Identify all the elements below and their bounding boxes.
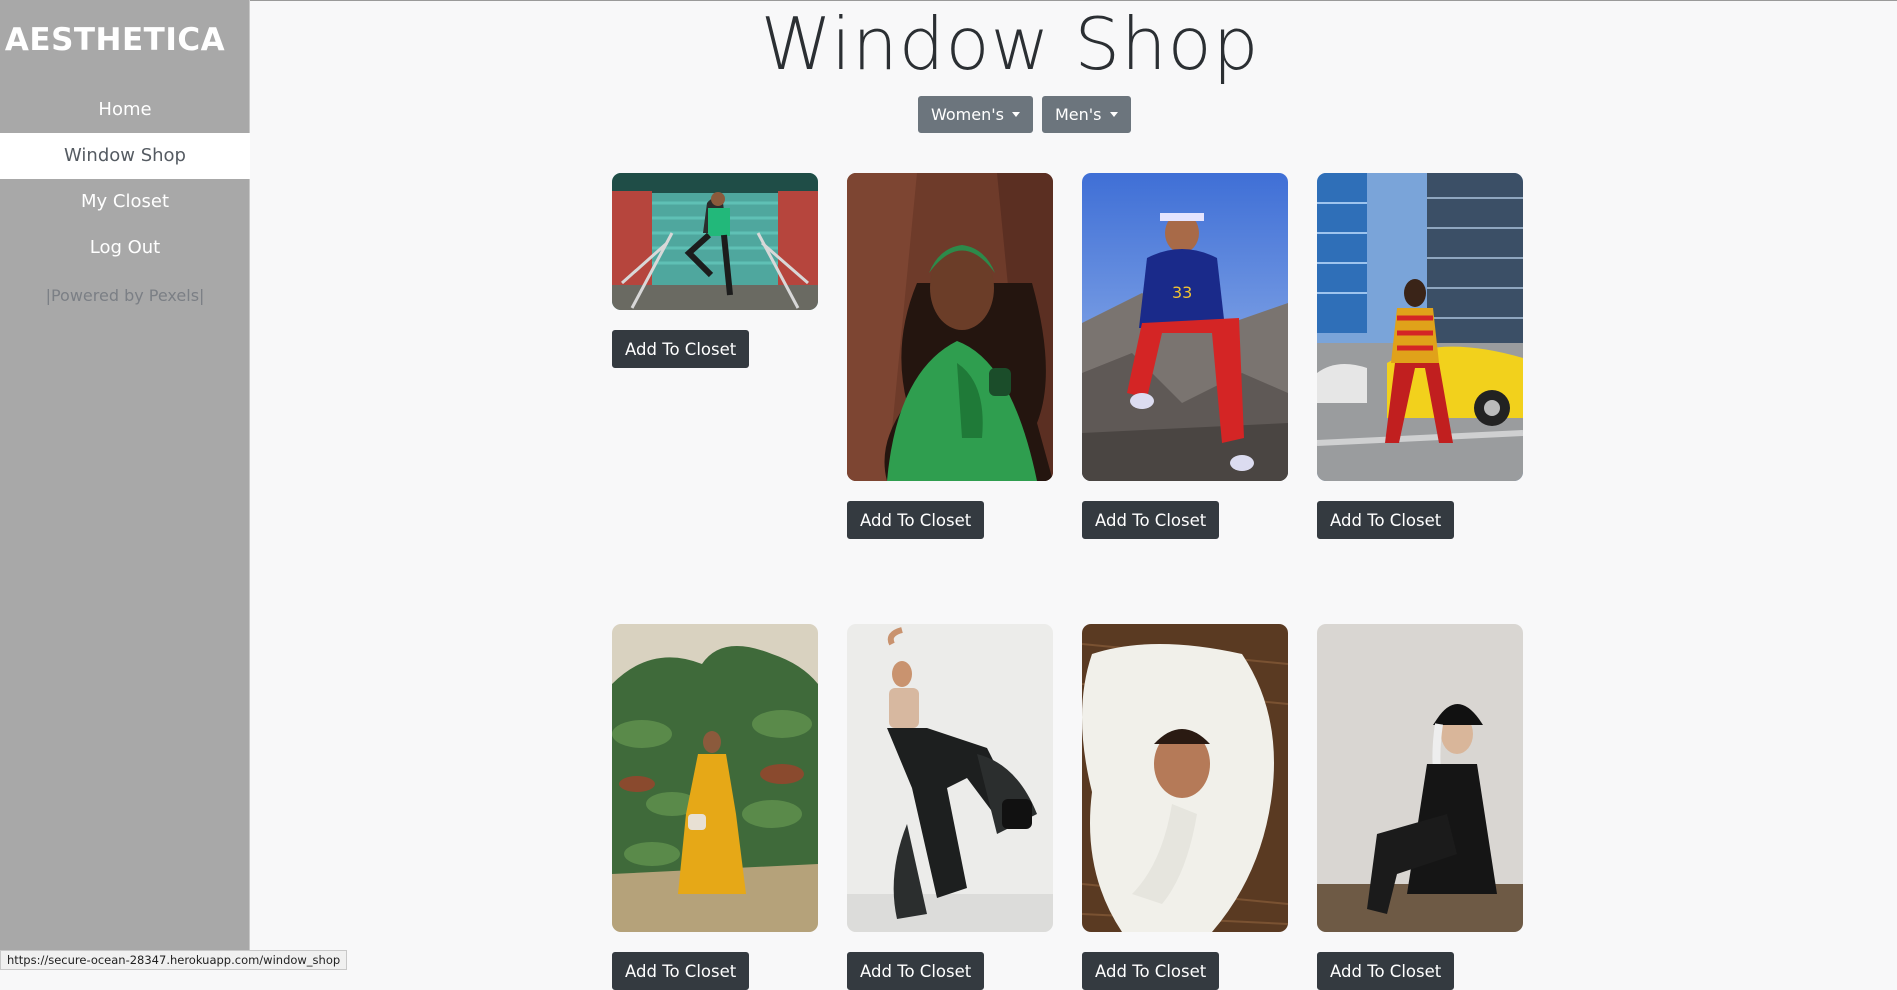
add-to-closet-button[interactable]: Add To Closet [612, 330, 750, 368]
add-to-closet-button[interactable]: Add To Closet [1317, 952, 1455, 990]
mens-dropdown-button[interactable]: Men's [1041, 96, 1131, 133]
product-photo[interactable] [612, 173, 818, 310]
add-to-closet-button[interactable]: Add To Closet [1082, 952, 1220, 990]
product-card: Add To Closet [1082, 624, 1288, 990]
sidebar-nav: Home Window Shop My Closet Log Out [0, 87, 250, 271]
brand-logo[interactable]: AESTHETICA [0, 22, 230, 58]
nav-item-my-closet[interactable]: My Closet [0, 179, 250, 225]
add-to-closet-button[interactable]: Add To Closet [1317, 501, 1455, 539]
nav-item-log-out[interactable]: Log Out [0, 225, 250, 271]
product-card: Add To Closet [1317, 624, 1523, 990]
nav-item-home[interactable]: Home [0, 87, 250, 133]
product-photo[interactable] [847, 624, 1053, 932]
photo-black-coat-image [1317, 624, 1523, 932]
caret-down-icon [1109, 112, 1118, 117]
powered-by-credit[interactable]: |Powered by Pexels| [0, 286, 250, 305]
product-card: Add To Closet [1317, 173, 1523, 539]
photo-blue-jersey-image: 33 [1082, 173, 1288, 481]
nav-item-window-shop[interactable]: Window Shop [0, 133, 250, 179]
photo-green-outfit-image [847, 173, 1053, 481]
add-to-closet-button[interactable]: Add To Closet [847, 952, 985, 990]
browser-status-url: https://secure-ocean-28347.herokuapp.com… [0, 950, 348, 970]
product-card: 33 Add To Closet [1082, 173, 1288, 539]
product-card: Add To Closet [847, 624, 1053, 990]
product-photo[interactable] [1317, 173, 1523, 481]
product-photo[interactable] [1317, 624, 1523, 932]
add-to-closet-button[interactable]: Add To Closet [612, 952, 750, 990]
filter-bar: Women's Men's [918, 96, 1131, 133]
product-card: Add To Closet [847, 173, 1053, 539]
add-to-closet-button[interactable]: Add To Closet [847, 501, 985, 539]
mens-dropdown-label: Men's [1054, 105, 1102, 124]
add-to-closet-button[interactable]: Add To Closet [1082, 501, 1220, 539]
product-card: Add To Closet [612, 624, 818, 990]
photo-teal-stairs-image [612, 173, 818, 310]
photo-white-shirt-image [1082, 624, 1288, 932]
product-photo[interactable] [847, 173, 1053, 481]
product-photo[interactable]: 33 [1082, 173, 1288, 481]
womens-dropdown-label: Women's [931, 105, 1004, 124]
page-title: Window Shop [760, 2, 1260, 86]
photo-black-flare-pants-image [847, 624, 1053, 932]
svg-text:33: 33 [1172, 283, 1192, 302]
caret-down-icon [1011, 112, 1020, 117]
womens-dropdown-button[interactable]: Women's [918, 96, 1033, 133]
product-photo[interactable] [1082, 624, 1288, 932]
product-photo[interactable] [612, 624, 818, 932]
product-card: Add To Closet [612, 173, 818, 368]
photo-yellow-dress-image [612, 624, 818, 932]
window-top-border [0, 0, 1897, 1]
photo-yellow-car-image [1317, 173, 1523, 481]
sidebar: AESTHETICA Home Window Shop My Closet Lo… [0, 0, 250, 970]
